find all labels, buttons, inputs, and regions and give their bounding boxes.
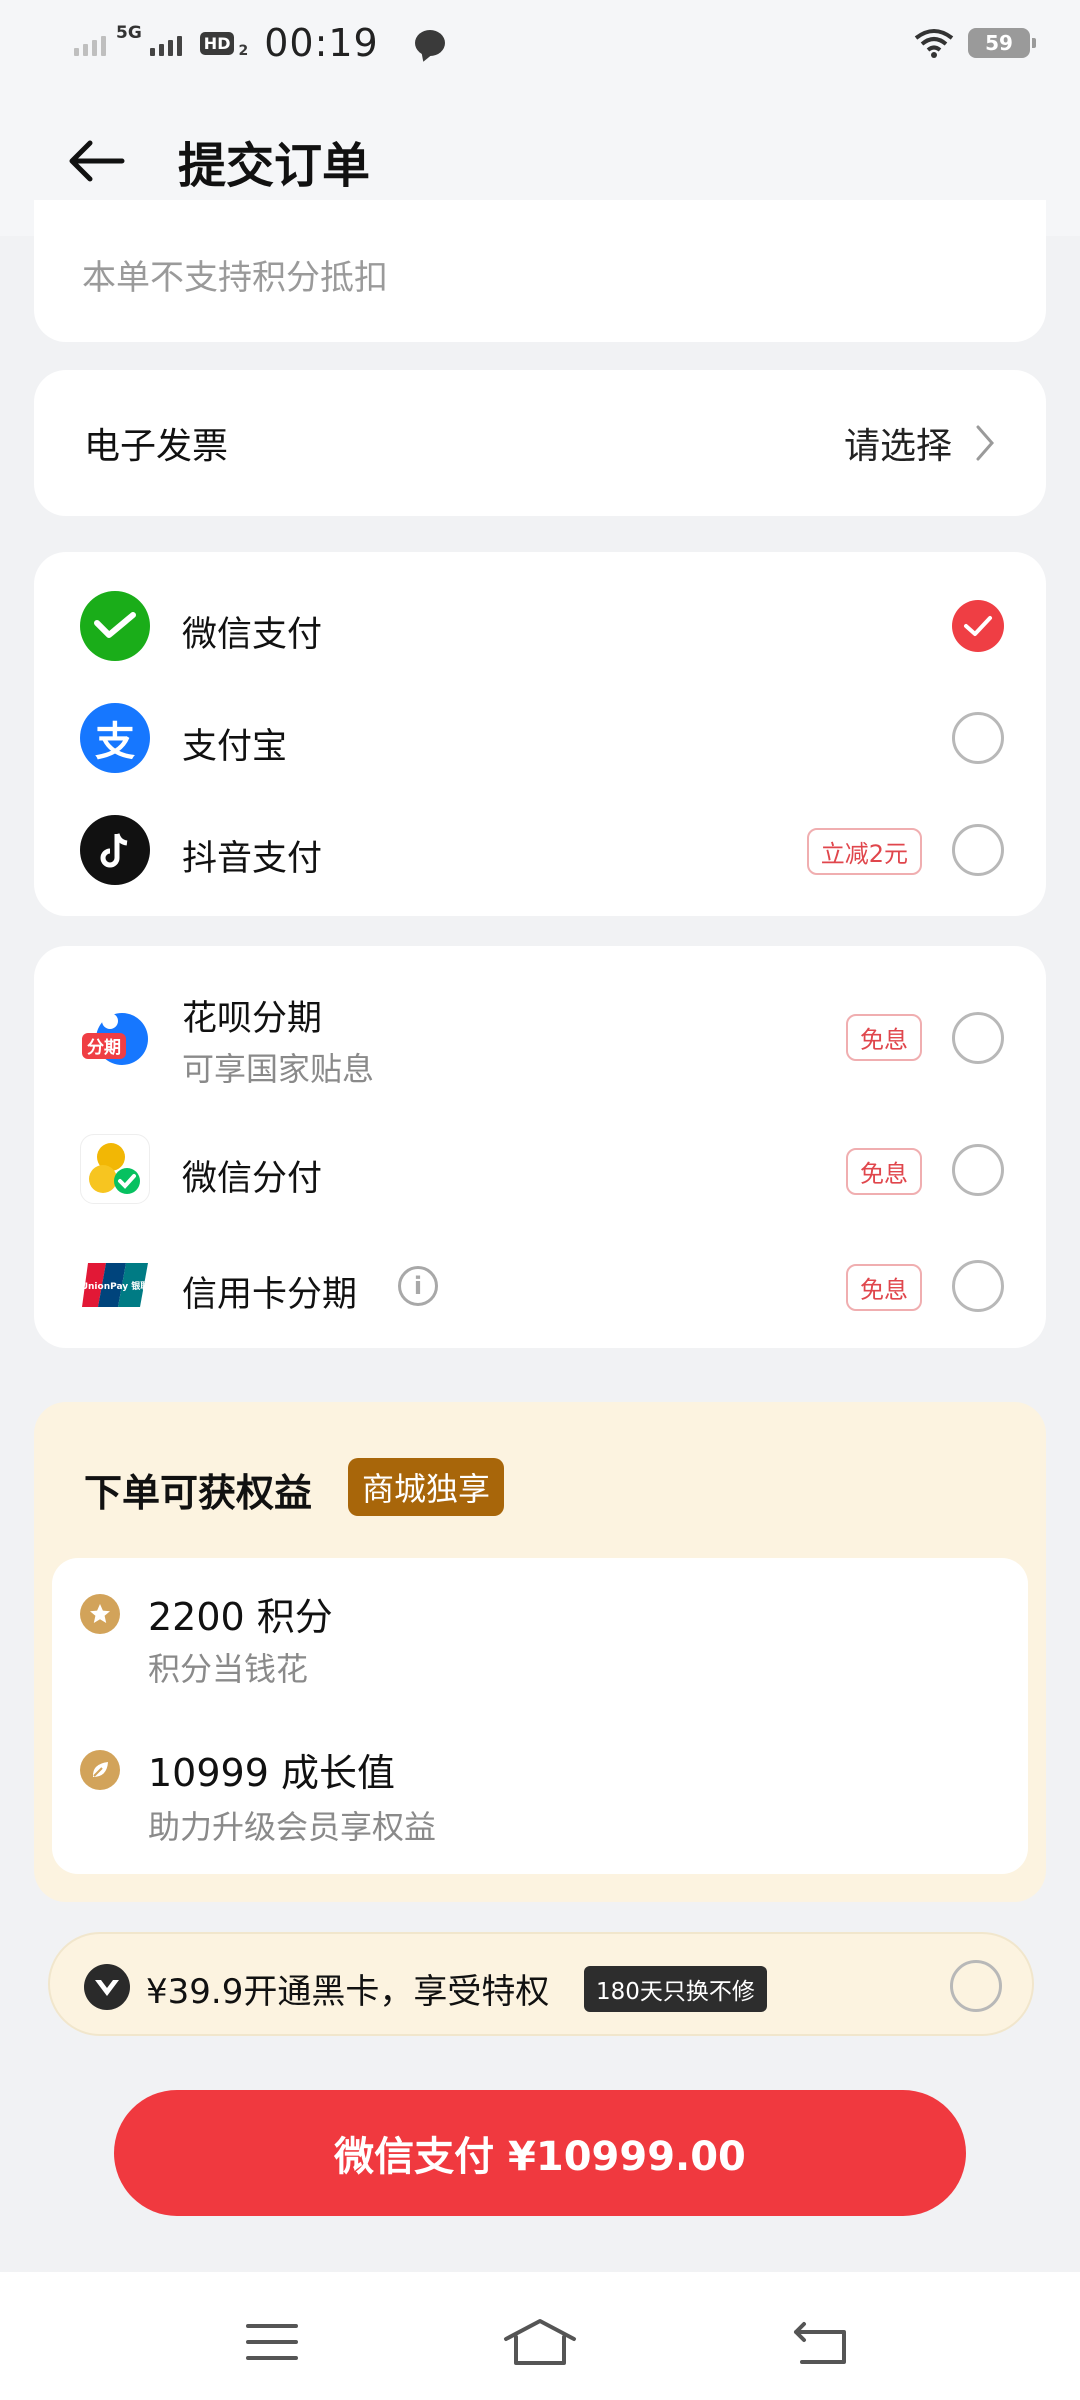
payment-option-douyin[interactable]: 抖音支付 立减2元 [34, 798, 1046, 902]
interest-free-tag: 免息 [846, 1014, 922, 1061]
chevron-right-icon [976, 425, 994, 461]
home-icon[interactable] [500, 2312, 580, 2372]
radio-selected[interactable] [952, 600, 1004, 652]
radio-unselected[interactable] [952, 824, 1004, 876]
payment-methods-card: 微信支付 支 支付宝 抖音支付 立减2元 [34, 552, 1046, 916]
radio-unselected[interactable] [952, 712, 1004, 764]
exclusive-badge: 商城独享 [348, 1458, 505, 1516]
benefit-growth-sub: 助力升级会员享权益 [148, 1808, 437, 1846]
installment-wechat-fenfu[interactable]: 微信分付 免息 [34, 1118, 1046, 1222]
order-submit-screen: 5G HD 2 00:19 59 提交订单 本单不支持积分抵扣 电子发票 请选择… [0, 0, 1080, 2400]
discount-tag: 立减2元 [806, 828, 922, 875]
alipay-icon: 支 [80, 703, 150, 773]
black-card-text: ¥39.9开通黑卡，享受特权 [146, 1972, 550, 2012]
back-nav-icon[interactable] [782, 2312, 862, 2372]
battery-indicator: 59 [968, 28, 1036, 58]
status-time: 00:19 [264, 21, 379, 65]
black-card-tag: 180天只换不修 [584, 1966, 767, 2012]
info-icon[interactable]: i [398, 1266, 438, 1306]
installment-label: 花呗分期 [182, 999, 323, 1039]
benefit-points-sub: 积分当钱花 [148, 1650, 309, 1688]
black-card-icon [84, 1964, 130, 2010]
menu-icon[interactable] [232, 2312, 312, 2372]
black-card-offer[interactable]: ¥39.9开通黑卡，享受特权 180天只换不修 [48, 1932, 1034, 2036]
back-button[interactable] [64, 129, 128, 193]
invoice-value: 请选择 [843, 426, 952, 467]
installment-sub: 可享国家贴息 [182, 1050, 375, 1088]
wechat-fenfu-icon [80, 1134, 150, 1204]
signal-sim2-icon [149, 30, 182, 56]
back-arrow-icon [69, 140, 125, 182]
star-icon [80, 1594, 120, 1634]
installment-label: 微信分付 [182, 1159, 323, 1199]
benefits-card: 下单可获权益 商城独享 2200 积分 积分当钱花 10999 成长值 助力升级… [34, 1402, 1046, 1902]
benefit-points: 2200 积分 [148, 1595, 333, 1639]
submit-pay-button[interactable]: 微信支付 ¥10999.00 [114, 2090, 966, 2216]
interest-free-tag: 免息 [846, 1148, 922, 1195]
unionpay-icon-text: UnionPay 银联 [81, 1280, 150, 1292]
benefits-list: 2200 积分 积分当钱花 10999 成长值 助力升级会员享权益 [52, 1558, 1028, 1874]
hd-voice-icon: HD [199, 31, 235, 55]
benefit-growth: 10999 成长值 [148, 1751, 395, 1795]
installment-huabei[interactable]: 分期 花呗分期 可享国家贴息 免息 [34, 978, 1046, 1098]
points-note-card: 本单不支持积分抵扣 [34, 200, 1046, 342]
invoice-label: 电子发票 [84, 426, 229, 467]
radio-unselected[interactable] [952, 1012, 1004, 1064]
installment-credit-card[interactable]: UnionPay 银联 信用卡分期 i 免息 [34, 1234, 1046, 1338]
status-bar: 5G HD 2 00:19 59 [0, 0, 1080, 86]
signal-sim1-icon [74, 30, 106, 56]
radio-unselected[interactable] [950, 1960, 1002, 2012]
payment-option-label: 支付宝 [182, 727, 288, 767]
payment-option-label: 微信支付 [182, 615, 323, 655]
invoice-row[interactable]: 电子发票 请选择 [34, 370, 1046, 516]
page-title: 提交订单 [178, 138, 371, 194]
system-nav-bar [0, 2272, 1080, 2400]
wechat-pay-icon [80, 591, 150, 661]
wifi-icon [914, 29, 954, 58]
checkmark-icon [964, 616, 992, 636]
payment-option-wechat[interactable]: 微信支付 [34, 574, 1046, 678]
huabei-icon: 分期 [80, 1003, 150, 1073]
benefits-title: 下单可获权益 [84, 1471, 313, 1515]
installment-label: 信用卡分期 [182, 1275, 358, 1315]
installments-card: 分期 花呗分期 可享国家贴息 免息 微信分付 免息 UnionPay 银联 信用… [34, 946, 1046, 1348]
network-type: 5G [116, 23, 142, 43]
hd-voice-sub: 2 [238, 43, 249, 59]
interest-free-tag: 免息 [846, 1264, 922, 1311]
message-notification-icon [414, 30, 445, 56]
radio-unselected[interactable] [952, 1144, 1004, 1196]
douyin-pay-icon [80, 815, 150, 885]
huabei-icon-text: 分期 [87, 1038, 121, 1058]
payment-option-label: 抖音支付 [182, 839, 323, 879]
payment-option-alipay[interactable]: 支 支付宝 [34, 686, 1046, 790]
unionpay-icon: UnionPay 银联 [80, 1260, 150, 1310]
leaf-icon [80, 1750, 120, 1790]
radio-unselected[interactable] [952, 1260, 1004, 1312]
points-note: 本单不支持积分抵扣 [82, 258, 388, 298]
